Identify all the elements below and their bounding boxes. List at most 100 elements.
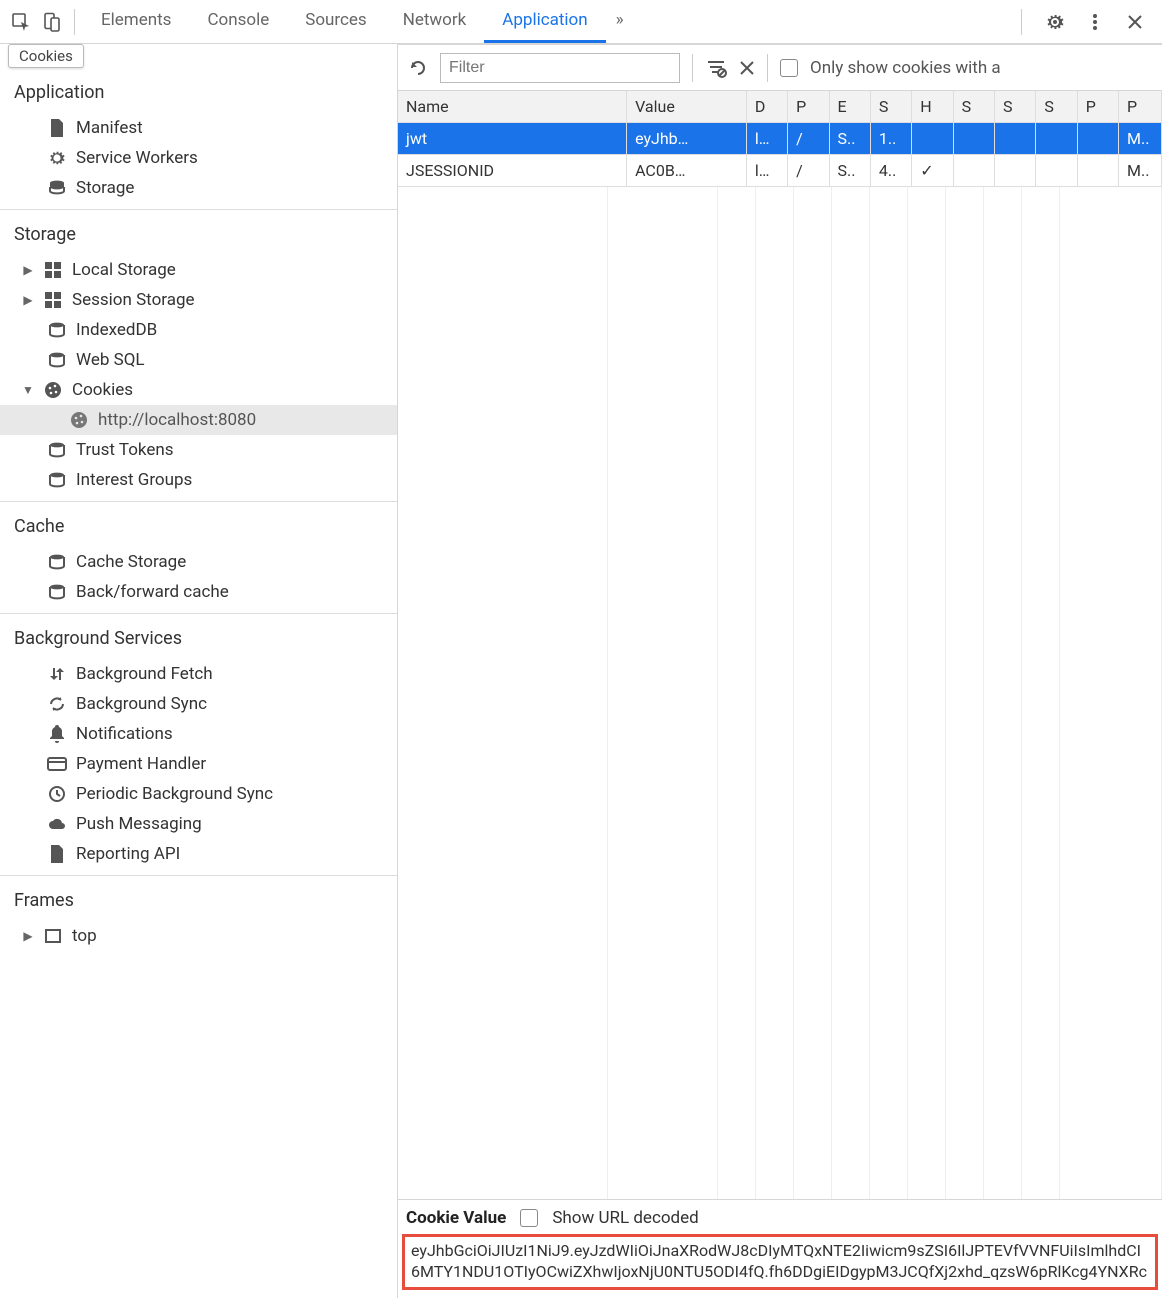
url-decoded-checkbox[interactable] [520, 1209, 538, 1227]
more-tabs-button[interactable]: » [606, 0, 634, 43]
settings-icon[interactable] [1040, 7, 1070, 37]
tab-network[interactable]: Network [385, 0, 485, 43]
col-p[interactable]: P [788, 91, 829, 123]
sidebar-item-label: Push Messaging [76, 814, 202, 834]
divider [1021, 9, 1022, 35]
database-icon [46, 322, 68, 338]
chevron-right-icon: ▶ [22, 293, 34, 307]
sidebar-item-periodic-sync[interactable]: Periodic Background Sync [0, 779, 397, 809]
application-sidebar: Application Manifest Service Workers Sto… [0, 44, 398, 1298]
tab-console[interactable]: Console [189, 0, 287, 43]
sidebar-item-session-storage[interactable]: ▶ Session Storage [0, 285, 397, 315]
table-cell [953, 155, 994, 187]
clear-icon[interactable] [739, 60, 755, 76]
sidebar-item-cookie-origin[interactable]: http://localhost:8080 [0, 405, 397, 435]
sidebar-item-websql[interactable]: Web SQL [0, 345, 397, 375]
frame-icon [42, 929, 64, 943]
sidebar-item-label: Notifications [76, 724, 173, 744]
table-cell: jwt [398, 123, 627, 155]
sidebar-item-frame-top[interactable]: ▶ top [0, 921, 397, 951]
col-h[interactable]: H [912, 91, 953, 123]
bell-icon [46, 725, 68, 743]
clock-icon [46, 785, 68, 803]
clear-filtered-icon[interactable] [705, 58, 727, 78]
sidebar-item-storage-overview[interactable]: Storage [0, 173, 397, 203]
table-cell: 4.. [870, 155, 911, 187]
col-p3[interactable]: P [1119, 91, 1162, 123]
table-cell [994, 155, 1035, 187]
table-cell: AC0B… [627, 155, 747, 187]
sidebar-item-background-sync[interactable]: Background Sync [0, 689, 397, 719]
devtools-tabs: Elements Console Sources Network Applica… [83, 0, 634, 43]
sidebar-item-notifications[interactable]: Notifications [0, 719, 397, 749]
table-row[interactable]: JSESSIONIDAC0B…l…/S..4..✓M.. [398, 155, 1162, 187]
cookies-toolbar: Only show cookies with a [398, 45, 1162, 91]
database-icon [46, 442, 68, 458]
sidebar-item-push-messaging[interactable]: Push Messaging [0, 809, 397, 839]
table-cell: S.. [829, 123, 870, 155]
file-icon [46, 119, 68, 137]
database-icon [46, 554, 68, 570]
sidebar-item-label: Background Fetch [76, 664, 213, 684]
cookie-icon [42, 381, 64, 399]
devtools-top-bar: Elements Console Sources Network Applica… [0, 0, 1162, 44]
sidebar-item-label: Reporting API [76, 844, 180, 864]
tab-sources[interactable]: Sources [287, 0, 384, 43]
sidebar-item-label: http://localhost:8080 [98, 410, 256, 430]
cookie-value-text[interactable]: eyJhbGciOiJIUzI1NiJ9.eyJzdWIiOiJnaXRodWJ… [402, 1234, 1158, 1290]
col-value[interactable]: Value [627, 91, 747, 123]
cookie-detail-panel: Cookie Value Show URL decoded eyJhbGciOi… [398, 1199, 1162, 1298]
sidebar-item-service-workers[interactable]: Service Workers [0, 143, 397, 173]
sidebar-item-label: top [72, 926, 97, 946]
device-toggle-icon[interactable] [36, 7, 66, 37]
chevron-right-icon: ▶ [22, 929, 34, 943]
sidebar-item-label: Web SQL [76, 350, 145, 370]
table-cell: l… [746, 123, 787, 155]
col-s3[interactable]: S [994, 91, 1035, 123]
table-row[interactable]: jwteyJhb…l…/S..1..M.. [398, 123, 1162, 155]
sidebar-item-label: Service Workers [76, 148, 198, 168]
kebab-menu-icon[interactable] [1080, 7, 1110, 37]
sidebar-item-interest-groups[interactable]: Interest Groups [0, 465, 397, 495]
table-cell: ✓ [912, 155, 953, 187]
col-d[interactable]: D [746, 91, 787, 123]
gear-icon [46, 149, 68, 167]
refresh-icon[interactable] [408, 58, 428, 78]
sidebar-item-label: Periodic Background Sync [76, 784, 273, 804]
filter-input[interactable] [440, 53, 680, 83]
col-p2[interactable]: P [1077, 91, 1118, 123]
sidebar-item-label: Payment Handler [76, 754, 206, 774]
table-cell: / [788, 155, 829, 187]
only-show-checkbox[interactable] [780, 59, 798, 77]
table-cell [1036, 123, 1077, 155]
chevron-down-icon: ▼ [22, 383, 34, 397]
cookie-value-label: Cookie Value [406, 1208, 506, 1228]
sidebar-item-manifest[interactable]: Manifest [0, 113, 397, 143]
close-icon[interactable] [1120, 7, 1150, 37]
tab-elements[interactable]: Elements [83, 0, 189, 43]
inspect-icon[interactable] [6, 7, 36, 37]
col-s2[interactable]: S [953, 91, 994, 123]
table-cell: / [788, 123, 829, 155]
swap-icon [46, 665, 68, 683]
sidebar-item-local-storage[interactable]: ▶ Local Storage [0, 255, 397, 285]
sidebar-item-indexeddb[interactable]: IndexedDB [0, 315, 397, 345]
table-cell: JSESSIONID [398, 155, 627, 187]
sidebar-item-background-fetch[interactable]: Background Fetch [0, 659, 397, 689]
sidebar-item-label: Cookies [72, 380, 133, 400]
sidebar-item-trust-tokens[interactable]: Trust Tokens [0, 435, 397, 465]
col-name[interactable]: Name [398, 91, 627, 123]
sidebar-item-cookies[interactable]: ▼ Cookies [0, 375, 397, 405]
tooltip-cookies: Cookies [8, 44, 84, 68]
sidebar-item-cache-storage[interactable]: Cache Storage [0, 547, 397, 577]
col-s[interactable]: S [870, 91, 911, 123]
sidebar-item-label: Session Storage [72, 290, 195, 310]
col-s4[interactable]: S [1036, 91, 1077, 123]
sidebar-item-reporting-api[interactable]: Reporting API [0, 839, 397, 869]
sidebar-item-payment-handler[interactable]: Payment Handler [0, 749, 397, 779]
col-e[interactable]: E [829, 91, 870, 123]
section-background: Background Services [0, 620, 397, 659]
sidebar-item-bf-cache[interactable]: Back/forward cache [0, 577, 397, 607]
cookies-table: Name Value D P E S H S S S P P jwteyJhb… [398, 91, 1162, 187]
tab-application[interactable]: Application [484, 0, 605, 43]
